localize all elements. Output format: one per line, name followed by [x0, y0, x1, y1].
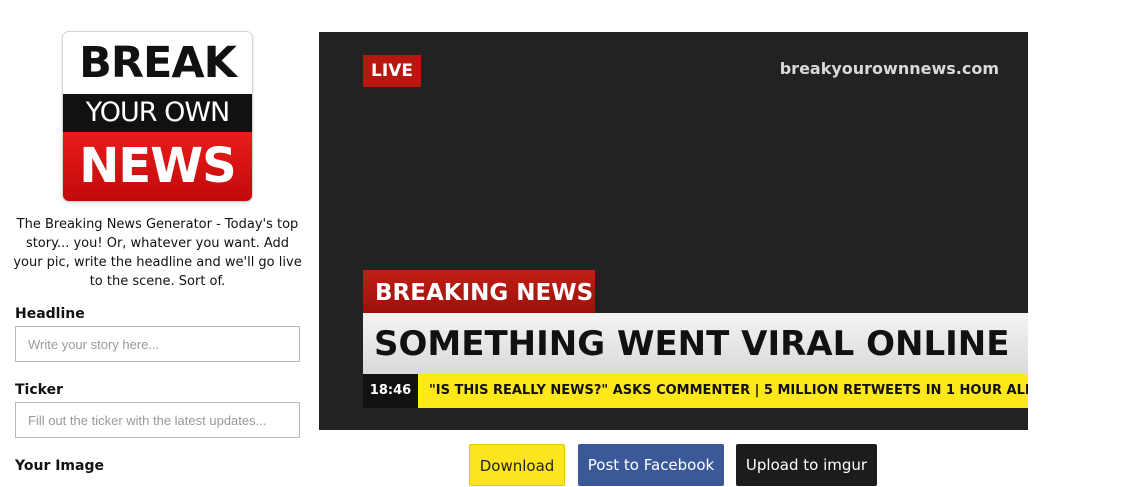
- news-preview-canvas: LIVE breakyourownnews.com BREAKING NEWS …: [319, 32, 1028, 430]
- ticker-clock: 18:46: [363, 374, 418, 408]
- breaking-news-tag: BREAKING NEWS: [363, 270, 595, 313]
- ticker-text: "IS THIS REALLY NEWS?" ASKS COMMENTER | …: [429, 383, 1028, 398]
- ticker-bar: 18:46 "IS THIS REALLY NEWS?" ASKS COMMEN…: [363, 374, 1028, 408]
- download-button[interactable]: Download: [469, 444, 565, 486]
- logo-line-your-own: YOUR OWN: [63, 94, 252, 132]
- logo-line-news: NEWS: [63, 132, 252, 201]
- your-image-label: Your Image: [15, 458, 104, 474]
- headline-text: SOMETHING WENT VIRAL ONLINE: [374, 324, 1010, 364]
- live-badge: LIVE: [363, 55, 421, 87]
- ticker-label: Ticker: [15, 382, 63, 398]
- upload-to-imgur-button[interactable]: Upload to imgur: [736, 444, 877, 486]
- headline-input[interactable]: [15, 326, 300, 362]
- logo-line-break: BREAK: [63, 32, 252, 94]
- ticker-input[interactable]: [15, 402, 300, 438]
- site-url-watermark: breakyourownnews.com: [779, 59, 999, 78]
- headline-label: Headline: [15, 306, 85, 322]
- post-to-facebook-button[interactable]: Post to Facebook: [578, 444, 724, 486]
- site-logo[interactable]: BREAK YOUR OWN NEWS: [63, 32, 252, 201]
- intro-description: The Breaking News Generator - Today's to…: [13, 217, 302, 289]
- headline-bar: SOMETHING WENT VIRAL ONLINE: [363, 313, 1028, 374]
